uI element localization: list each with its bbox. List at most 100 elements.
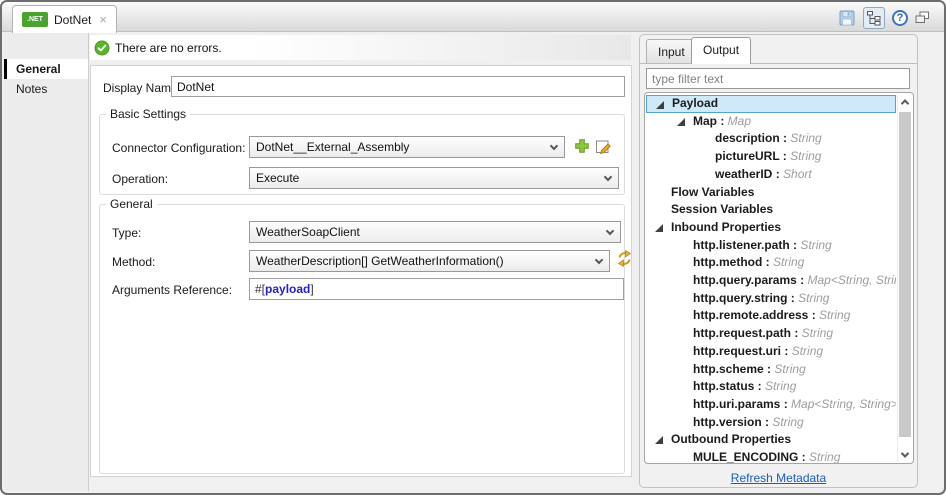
metadata-tree: Payload Map : Map description : String pict… [644, 92, 914, 464]
tree-node-http-listener-path[interactable]: http.listener.path : String [646, 237, 896, 255]
type-separator: : [754, 379, 766, 394]
tab-input[interactable]: Input [646, 39, 697, 63]
tree-node-label: pictureURL [715, 149, 780, 164]
tree-node-mule-encoding[interactable]: MULE_ENCODING : String [646, 449, 896, 464]
tree-node-type: String [773, 255, 805, 270]
tree-node-http-request-uri[interactable]: http.request.uri : String [646, 343, 896, 361]
tree-node-http-status[interactable]: http.status : String [646, 378, 896, 396]
save-icon[interactable] [838, 9, 856, 27]
title-bar: .NET DotNet × ? [2, 2, 944, 33]
tree-node-type: String [809, 450, 841, 464]
type-separator: : [808, 308, 820, 323]
add-configuration-icon[interactable] [574, 138, 590, 159]
tree-node-type: String [791, 343, 824, 358]
general-group: General Type: WeatherSoapClient Method: … [99, 197, 632, 474]
basic-settings-legend: Basic Settings [106, 107, 191, 121]
type-separator: : [717, 113, 728, 128]
type-separator: : [763, 361, 775, 376]
tree-node-label: http.query.string [693, 290, 788, 305]
type-separator: : [789, 237, 801, 252]
tree-view-icon[interactable] [863, 6, 885, 29]
type-separator: : [761, 414, 773, 429]
tree-node-weatherid[interactable]: weatherID : Short [646, 166, 896, 184]
type-select[interactable]: WeatherSoapClient [249, 221, 621, 243]
tree-node-map[interactable]: Map : Map [646, 113, 896, 131]
editor-tab-dotnet[interactable]: .NET DotNet × [12, 5, 117, 33]
status-message: There are no errors. [115, 41, 222, 55]
sidebar-item-notes[interactable]: Notes [4, 79, 88, 99]
restore-pane-icon[interactable] [915, 11, 930, 24]
method-label: Method: [112, 255, 156, 269]
dotnet-properties-window: .NET DotNet × ? General Notes There are … [0, 0, 946, 495]
tree-node-http-method[interactable]: http.method : String [646, 254, 896, 272]
tree-node-label: http.method [693, 255, 763, 270]
type-separator: : [779, 131, 791, 146]
expanded-arrow-icon[interactable] [655, 223, 663, 232]
tree-node-http-query-params[interactable]: http.query.params : Map<String, String> [646, 272, 896, 290]
tree-node-inbound-properties[interactable]: Inbound Properties [646, 219, 896, 237]
dotnet-icon: .NET [22, 12, 48, 27]
tree-node-http-request-path[interactable]: http.request.path : String [646, 325, 896, 343]
scrollbar-thumb[interactable] [899, 112, 911, 437]
tree-node-label: Flow Variables [671, 184, 755, 199]
tab-close-icon[interactable]: × [99, 13, 107, 26]
tree-node-http-uri-params[interactable]: http.uri.params : Map<String, String> [646, 396, 896, 414]
type-separator: : [780, 396, 792, 411]
scroll-down-icon[interactable] [898, 447, 912, 462]
tree-node-type: Map [727, 113, 752, 128]
tree-node-outbound-properties[interactable]: Outbound Properties [646, 431, 896, 449]
tree-node-type: Short [783, 166, 812, 181]
tree-node-type: String [798, 290, 830, 305]
connector-configuration-select[interactable]: DotNet__External_Assembly [249, 136, 565, 158]
toolbar: ? [838, 5, 930, 30]
arguments-reference-input[interactable]: #[payload] [249, 278, 624, 300]
expanded-arrow-icon[interactable] [677, 117, 685, 126]
tree-node-label: http.remote.address [693, 308, 809, 323]
display-name-label: Display Name: [103, 81, 182, 95]
tree-node-type: String [772, 414, 804, 429]
tree-node-pictureurl[interactable]: pictureURL : String [646, 148, 896, 166]
datasense-metadata-panel: Input Output PayloadMap : Mapdescription… [639, 34, 918, 488]
tree-node-label: http.request.path [693, 326, 791, 341]
type-separator: : [762, 255, 773, 270]
method-select[interactable]: WeatherDescription[] GetWeatherInformati… [249, 250, 610, 272]
tree-node-payload[interactable]: Payload [646, 95, 896, 113]
tree-node-http-remote-address[interactable]: http.remote.address : String [646, 307, 896, 325]
general-legend: General [106, 197, 157, 211]
expanded-arrow-icon[interactable] [655, 436, 663, 445]
tree-node-type: String [800, 237, 832, 252]
tree-node-type: String [774, 361, 806, 376]
tree-node-type: String [790, 131, 822, 146]
type-label: Type: [112, 226, 142, 240]
chevron-down-icon [549, 141, 559, 151]
refresh-methods-icon[interactable] [615, 249, 634, 273]
tree-node-http-scheme[interactable]: http.scheme : String [646, 361, 896, 379]
expanded-arrow-icon[interactable] [656, 101, 664, 109]
tree-node-session-variables[interactable]: Session Variables [646, 201, 896, 219]
tree-node-description[interactable]: description : String [646, 130, 896, 148]
tree-node-http-query-string[interactable]: http.query.string : String [646, 290, 896, 308]
operation-select[interactable]: Execute [249, 167, 619, 189]
tree-node-flow-variables[interactable]: Flow Variables [646, 184, 896, 202]
tree-scrollbar[interactable] [897, 94, 912, 462]
scroll-up-icon[interactable] [898, 94, 912, 109]
tree-node-type: String [765, 379, 797, 394]
tree-node-label: Outbound Properties [671, 432, 791, 447]
properties-editor: There are no errors. Display Name: Basic… [90, 33, 633, 491]
chevron-down-icon [605, 226, 615, 236]
tree-node-label: http.uri.params [693, 396, 781, 411]
display-name-input[interactable] [171, 76, 625, 97]
arguments-reference-label: Arguments Reference: [112, 283, 233, 297]
type-separator: : [798, 450, 810, 464]
refresh-metadata-link[interactable]: Refresh Metadata [640, 471, 917, 485]
help-icon[interactable]: ? [892, 9, 908, 26]
type-separator: : [779, 149, 791, 164]
edit-configuration-icon[interactable] [595, 138, 612, 160]
tree-node-label: http.scheme [693, 361, 764, 376]
sidebar-item-general[interactable]: General [4, 59, 88, 79]
metadata-filter-input[interactable] [646, 68, 910, 89]
tree-node-http-version[interactable]: http.version : String [646, 414, 896, 432]
tree-node-label: MULE_ENCODING [693, 450, 799, 464]
type-separator: : [772, 166, 784, 181]
tab-output[interactable]: Output [691, 37, 752, 64]
